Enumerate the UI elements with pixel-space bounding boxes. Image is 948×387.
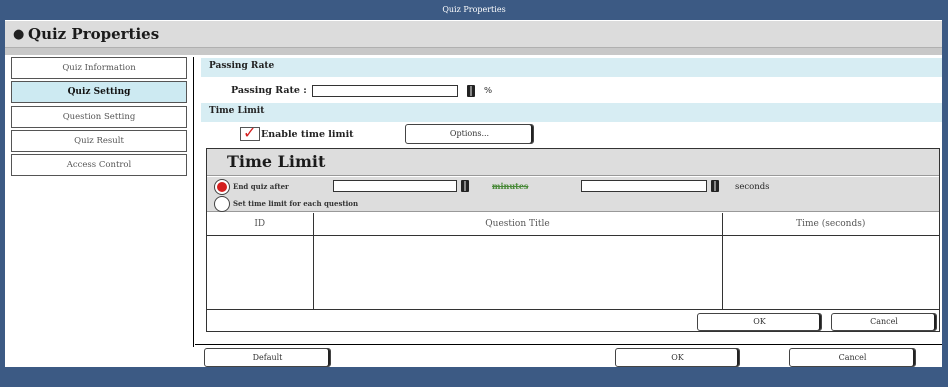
enable-time-limit-label: Enable time limit: [261, 129, 354, 140]
minutes-spinner[interactable]: [461, 180, 469, 192]
question-time-table: ID Question Title Time (seconds): [207, 213, 939, 309]
bullet-icon: ●: [13, 27, 25, 42]
time-limit-options: End quiz after minutes seconds Set time …: [207, 177, 939, 212]
column-header-question-title: Question Title: [313, 213, 723, 236]
sidebar-item-quiz-information[interactable]: Quiz Information: [11, 57, 187, 79]
sidebar-divider: [193, 57, 194, 347]
passing-rate-section-header: Passing Rate: [201, 58, 942, 77]
end-quiz-radio[interactable]: [214, 179, 230, 195]
time-limit-section-title: Time Limit: [209, 106, 265, 116]
window-bottom-bar: [0, 367, 948, 387]
sidebar-item-question-setting[interactable]: Question Setting: [11, 106, 187, 128]
seconds-input[interactable]: [581, 180, 707, 192]
passing-rate-section-title: Passing Rate: [209, 61, 275, 71]
window-title: Quiz Properties: [442, 5, 506, 14]
time-limit-panel: Time Limit End quiz after minutes second…: [206, 148, 940, 332]
per-question-label: Set time limit for each question: [233, 199, 359, 208]
cancel-button[interactable]: Cancel: [789, 348, 916, 367]
panel-cancel-button[interactable]: Cancel: [831, 313, 937, 331]
percent-unit: %: [484, 86, 493, 96]
dialog-header: ● Quiz Properties: [5, 21, 942, 48]
minutes-label: minutes: [492, 181, 529, 191]
sidebar-item-quiz-result[interactable]: Quiz Result: [11, 130, 187, 152]
table-empty-row: [207, 235, 939, 309]
panel-ok-button[interactable]: OK: [697, 313, 822, 331]
seconds-label: seconds: [735, 182, 770, 192]
table-cell: [313, 235, 723, 309]
passing-rate-spinner[interactable]: [467, 85, 475, 97]
options-button[interactable]: Options...: [405, 124, 534, 144]
time-limit-panel-title: Time Limit: [227, 152, 326, 171]
seconds-spinner[interactable]: [711, 180, 719, 192]
column-header-id: ID: [207, 213, 314, 236]
table-cell: [722, 235, 939, 309]
per-question-radio[interactable]: [214, 196, 230, 212]
check-icon: ✓: [243, 123, 257, 142]
header-divider: [5, 48, 942, 55]
default-button[interactable]: Default: [204, 348, 331, 367]
sidebar-item-quiz-setting[interactable]: Quiz Setting: [11, 81, 187, 103]
time-limit-panel-header: Time Limit: [207, 149, 939, 176]
end-quiz-label: End quiz after: [233, 182, 289, 191]
time-limit-section-header: Time Limit: [201, 103, 942, 122]
dialog-title: Quiz Properties: [28, 25, 160, 43]
sidebar-item-access-control[interactable]: Access Control: [11, 154, 187, 176]
window-title-bar: Quiz Properties: [0, 0, 948, 20]
table-cell: [207, 235, 314, 309]
enable-time-limit-checkbox[interactable]: ✓: [240, 123, 260, 142]
passing-rate-input[interactable]: [312, 85, 458, 97]
passing-rate-label: Passing Rate :: [231, 85, 307, 96]
ok-button[interactable]: OK: [615, 348, 740, 367]
time-limit-panel-footer: OK Cancel: [207, 309, 939, 331]
minutes-input[interactable]: [333, 180, 457, 192]
column-header-time: Time (seconds): [722, 213, 939, 236]
